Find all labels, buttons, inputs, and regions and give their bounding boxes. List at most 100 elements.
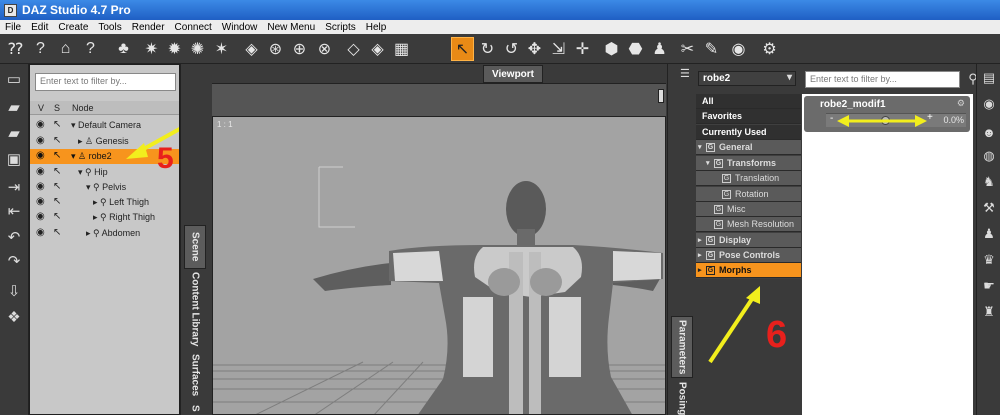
figure-icon[interactable]: ♣ <box>112 37 135 61</box>
menu-new-menu[interactable]: New Menu <box>262 22 320 33</box>
person-icon[interactable]: ♛ <box>979 250 999 270</box>
primitive-c-icon[interactable]: ▦ <box>390 37 413 61</box>
tab-content-library[interactable]: Content Library <box>184 272 206 347</box>
tab-s[interactable]: S <box>184 402 206 415</box>
select-arrow-icon[interactable]: ↖ <box>53 227 61 238</box>
shapes-icon[interactable]: ◍ <box>979 146 999 166</box>
main-toolbar: ⁇ ? ⌂ ? ♣ ✷ ✹ ✺ ✶ ◈ ⊛ ⊕ ⊗ ◇ ◈ ▦ ↖ ↻ ↺ ✥ … <box>0 34 1000 64</box>
pose-icon[interactable]: ♟ <box>979 224 999 244</box>
help-icon[interactable]: ? <box>29 37 52 61</box>
home-icon[interactable]: ⌂ <box>54 37 77 61</box>
render-settings-icon[interactable]: ⚙ <box>758 37 781 61</box>
menu-create[interactable]: Create <box>53 22 93 33</box>
camera-a-icon[interactable]: ◈ <box>240 37 263 61</box>
group-rotation[interactable]: G Rotation <box>696 187 801 202</box>
pane-options-icon[interactable]: ▤ <box>979 68 999 88</box>
tab-posing[interactable]: Posing <box>671 382 693 415</box>
slider-value[interactable]: 0.0% <box>943 115 964 125</box>
menu-file[interactable]: File <box>0 22 26 33</box>
merge-icon[interactable]: ▰ <box>3 122 25 144</box>
slider-minus[interactable]: - <box>830 113 833 124</box>
redo-icon[interactable]: ↷ <box>3 250 25 272</box>
rotate-a-icon[interactable]: ↻ <box>476 37 499 61</box>
light-a-icon[interactable]: ✷ <box>140 37 163 61</box>
save-icon[interactable]: ▣ <box>3 148 25 170</box>
visibility-eye-icon[interactable]: ◉ <box>36 227 45 238</box>
node-label: ▸ ⚲ Right Thigh <box>93 212 155 222</box>
pointer-tool-icon[interactable]: ↖ <box>451 37 474 61</box>
tab-parameters[interactable]: Parameters <box>671 316 693 378</box>
menu-scripts[interactable]: Scripts <box>320 22 361 33</box>
light-c-icon[interactable]: ✺ <box>186 37 209 61</box>
menu-render[interactable]: Render <box>127 22 170 33</box>
chevron-down-icon: ▾ <box>786 72 792 83</box>
group-all[interactable]: All <box>696 94 801 109</box>
left-toolbar: ▭ ▰ ▰ ▣ ⇥ ⇤ ↶ ↷ ⇩ ❖ <box>0 64 29 415</box>
menu-help[interactable]: Help <box>361 22 392 33</box>
whats-this-icon[interactable]: ⁇ <box>4 37 27 61</box>
primitive-a-icon[interactable]: ◇ <box>342 37 365 61</box>
figure-body <box>313 181 663 414</box>
viewport-pane: Viewport 1: 1 <box>211 64 667 415</box>
tab-viewport[interactable]: Viewport <box>483 65 543 83</box>
camera-b-icon[interactable]: ⊛ <box>264 37 287 61</box>
camera-c-icon[interactable]: ⊕ <box>288 37 311 61</box>
undo-icon[interactable]: ↶ <box>3 226 25 248</box>
slider-plus[interactable]: + <box>927 112 933 123</box>
light-b-icon[interactable]: ✹ <box>163 37 186 61</box>
group-misc[interactable]: G Misc <box>696 202 801 217</box>
menu-window[interactable]: Window <box>217 22 263 33</box>
group-general[interactable]: ▾ G General <box>696 140 801 155</box>
wardrobe-icon[interactable]: ♞ <box>979 172 999 192</box>
download-icon[interactable]: ⇩ <box>3 280 25 302</box>
menu-connect[interactable]: Connect <box>170 22 217 33</box>
new-file-icon[interactable]: ▭ <box>3 68 25 90</box>
tab-scene[interactable]: Scene <box>184 225 206 269</box>
help-alt-icon[interactable]: ? <box>79 37 102 61</box>
cube-icon[interactable]: ❖ <box>3 306 25 328</box>
rotate-b-icon[interactable]: ↺ <box>500 37 523 61</box>
universal-tool-icon[interactable]: ✥ <box>523 37 546 61</box>
menu-edit[interactable]: Edit <box>26 22 53 33</box>
export-icon[interactable]: ⇤ <box>3 200 25 222</box>
import-icon[interactable]: ⇥ <box>3 176 25 198</box>
figure-b-icon[interactable]: ♜ <box>979 302 999 322</box>
parameters-filter-input[interactable]: Enter text to filter by... <box>805 71 960 88</box>
geometry-editor-icon[interactable]: ✎ <box>700 37 723 61</box>
property-slider[interactable]: - + 0.0% <box>826 112 966 127</box>
power-icon[interactable]: ◉ <box>979 94 999 114</box>
group-pose-controls[interactable]: ▸ G Pose Controls <box>696 248 801 263</box>
scale-tool-icon[interactable]: ⇲ <box>547 37 570 61</box>
pane-menu-icon[interactable]: ☰ <box>680 67 690 80</box>
brush-icon[interactable]: ⚒ <box>979 198 999 218</box>
node-tool-icon[interactable]: ⬢ <box>600 37 623 61</box>
tab-surfaces[interactable]: Surfaces <box>184 351 206 399</box>
translate-tool-icon[interactable]: ✛ <box>571 37 594 61</box>
group-icon: G <box>706 250 715 260</box>
render-frame-icon[interactable]: ◉ <box>727 37 750 61</box>
viewport-canvas[interactable]: 1 : 1 <box>212 116 666 415</box>
group-display[interactable]: ▸ G Display <box>696 233 801 248</box>
open-folder-icon[interactable]: ▰ <box>3 96 25 118</box>
scene-row-abdomen[interactable]: ◉ ↖ ▸ ⚲ Abdomen <box>30 226 179 241</box>
node-selector-dropdown[interactable]: robe2 ▾ <box>698 71 796 86</box>
camera-d-icon[interactable]: ⊗ <box>313 37 336 61</box>
group-translation[interactable]: G Translation <box>696 171 801 186</box>
hand-icon[interactable]: ☛ <box>979 276 999 296</box>
parameters-list: robe2_modif1 ⚙ - + 0.0% <box>802 94 973 415</box>
scene-filter-input[interactable]: Enter text to filter by... <box>35 73 176 91</box>
light-d-icon[interactable]: ✶ <box>210 37 233 61</box>
property-gear-icon[interactable]: ⚙ <box>957 98 965 109</box>
group-transforms[interactable]: ▾ G Transforms <box>696 156 801 171</box>
menu-tools[interactable]: Tools <box>93 22 126 33</box>
group-mesh-resolution[interactable]: G Mesh Resolution <box>696 217 801 232</box>
primitive-b-icon[interactable]: ◈ <box>366 37 389 61</box>
joint-editor-icon[interactable]: ✂ <box>676 37 699 61</box>
surface-brush-icon[interactable]: ⬣ <box>624 37 647 61</box>
figure-icon[interactable]: ☻ <box>979 122 999 142</box>
viewport-options-icon[interactable] <box>658 89 664 103</box>
figure-tool-icon[interactable]: ♟ <box>648 37 671 61</box>
node-label: ▸ ⚲ Abdomen <box>86 228 141 238</box>
group-favorites[interactable]: Favorites <box>696 109 801 124</box>
group-currently-used[interactable]: Currently Used <box>696 125 801 140</box>
